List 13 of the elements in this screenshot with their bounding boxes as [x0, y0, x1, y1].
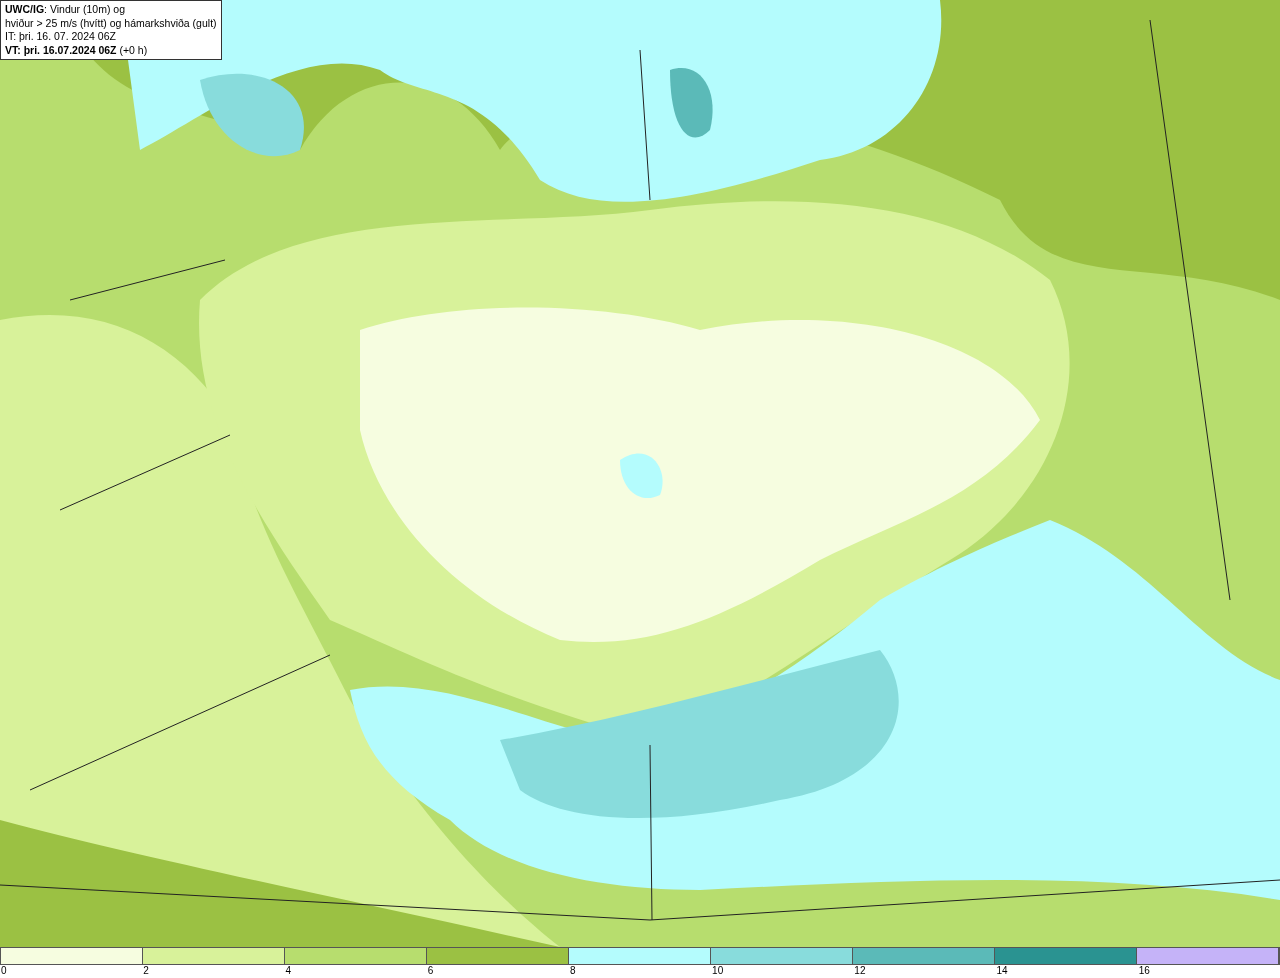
- legend-label: 4: [285, 965, 291, 976]
- legend-label: 2: [143, 965, 149, 976]
- legend-label: 16: [1138, 965, 1150, 976]
- info-text: IT: þri. 16. 07. 2024 06Z: [5, 30, 117, 44]
- info-text: VT: þri. 16.07.2024 06Z (+0 h): [5, 43, 149, 57]
- legend-label: 10: [712, 965, 724, 976]
- info-text: hviður > 25 m/s (hvítt) og hámarkshviða (gult): [5, 16, 217, 30]
- legend-label: 14: [996, 965, 1008, 976]
- legend-label: 0: [1, 965, 7, 976]
- legend-label: 6: [427, 965, 434, 976]
- info-text: UWC/IG: Vindur (10m) og: [5, 3, 126, 17]
- legend-label: 8: [569, 965, 576, 976]
- legend-label: 12: [854, 965, 866, 976]
